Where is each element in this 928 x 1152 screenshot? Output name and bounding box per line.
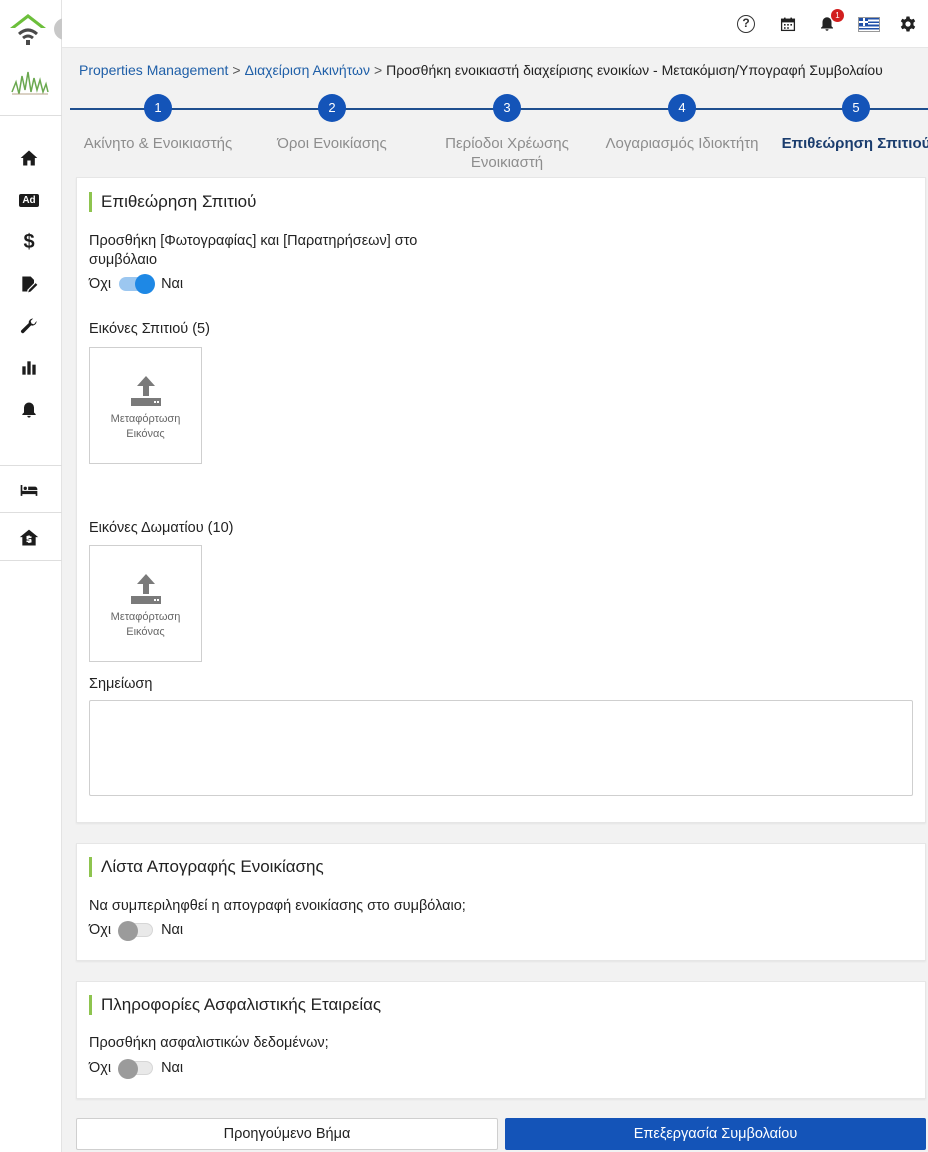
wrench-icon[interactable]	[17, 314, 41, 338]
toggle-on-label: Ναι	[161, 276, 184, 292]
gear-icon[interactable]	[898, 14, 918, 34]
card-title: Λίστα Απογραφής Ενοικίασης	[89, 857, 324, 877]
notification-count-badge: 1	[831, 9, 844, 22]
step-3[interactable]: 3 Περίοδοι Χρέωσης Ενοικιαστή	[417, 94, 597, 172]
upload-label: Μεταφόρτωση Εικόνας	[110, 611, 181, 638]
insurance-toggle-row: Όχι Ναι	[89, 1059, 184, 1079]
calendar-icon[interactable]	[778, 14, 798, 34]
card-title: Επιθεώρηση Σπιτιού	[89, 192, 256, 212]
step-2[interactable]: 2 Όροι Ενοικίασης	[242, 94, 422, 153]
toggle-on-label: Ναι	[161, 1060, 184, 1076]
bed-icon[interactable]	[17, 478, 41, 502]
app-logo-icon[interactable]	[8, 10, 48, 50]
upload-icon	[130, 376, 161, 406]
insurance-question: Προσθήκη ασφαλιστικών δεδομένων;	[89, 1035, 329, 1051]
step-label: Λογαριασμός Ιδιοκτήτη	[605, 135, 759, 152]
breadcrumb-separator: >	[232, 62, 241, 78]
upload-label: Μεταφόρτωση Εικόνας	[110, 413, 181, 440]
greek-flag-icon[interactable]	[857, 14, 881, 34]
home-icon[interactable]	[17, 146, 41, 170]
add-photos-question: Προσθήκη [Φωτογραφίας] και [Παρατηρήσεων…	[89, 233, 418, 268]
toggle-knob	[118, 1059, 139, 1079]
toggle-off-label: Όχι	[89, 922, 112, 938]
home-dollar-icon[interactable]	[17, 526, 41, 550]
step-1[interactable]: 1 Ακίνητο & Ενοικιαστής	[68, 94, 248, 153]
step-label: Επιθεώρηση Σπιτιού	[781, 135, 928, 152]
toggle-on-label: Ναι	[161, 922, 184, 938]
help-glyph: ?	[737, 15, 755, 33]
previous-step-button[interactable]: Προηγούμενο Βήμα	[76, 1118, 498, 1150]
inventory-card: Λίστα Απογραφής Ενοικίασης Να συμπεριληφ…	[76, 843, 926, 961]
dollar-icon[interactable]: $	[17, 230, 41, 254]
step-number: 1	[144, 94, 172, 122]
bell-icon[interactable]	[17, 398, 41, 422]
help-icon[interactable]: ?	[736, 14, 756, 34]
edit-contract-button[interactable]: Επεξεργασία Συμβολαίου	[505, 1118, 926, 1150]
room-image-upload[interactable]: Μεταφόρτωση Εικόνας	[89, 545, 202, 662]
inventory-toggle[interactable]	[118, 921, 154, 941]
toggle-off-label: Όχι	[89, 276, 112, 292]
bar-chart-icon[interactable]	[17, 356, 41, 380]
step-label: Περίοδοι Χρέωσης Ενοικιαστή	[445, 135, 569, 171]
step-number: 3	[493, 94, 521, 122]
wizard-stepper: 1 Ακίνητο & Ενοικιαστής 2 Όροι Ενοικίαση…	[70, 94, 928, 174]
sidebar-divider	[0, 560, 62, 561]
insurance-toggle[interactable]	[118, 1059, 154, 1079]
toggle-knob	[118, 921, 139, 941]
breadcrumb-current: Προσθήκη ενοικιαστή διαχείρισης ενοικίων…	[386, 62, 883, 78]
house-images-label: Εικόνες Σπιτιού (5)	[89, 321, 210, 337]
step-number: 4	[668, 94, 696, 122]
sidebar-divider	[0, 512, 62, 513]
step-4[interactable]: 4 Λογαριασμός Ιδιοκτήτη	[592, 94, 772, 153]
notifications-bell-icon[interactable]: 1	[817, 9, 844, 34]
upload-icon	[130, 574, 161, 604]
breadcrumb-property-management[interactable]: Διαχείριση Ακινήτων	[245, 62, 370, 78]
note-label: Σημείωση	[89, 676, 153, 692]
house-image-upload[interactable]: Μεταφόρτωση Εικόνας	[89, 347, 202, 464]
ad-label: Ad	[19, 193, 39, 207]
top-bar: ? 1	[62, 0, 928, 48]
add-photos-toggle[interactable]	[119, 274, 156, 294]
room-images-label: Εικόνες Δωματίου (10)	[89, 520, 234, 536]
toggle-off-label: Όχι	[89, 1060, 112, 1076]
edit-document-icon[interactable]	[17, 272, 41, 296]
add-photos-toggle-row: Όχι Ναι	[89, 274, 184, 294]
house-inspection-card: Επιθεώρηση Σπιτιού Προσθήκη [Φωτογραφίας…	[76, 177, 926, 823]
insurance-card: Πληροφορίες Ασφαλιστικής Εταιρείας Προσθ…	[76, 981, 926, 1099]
inventory-toggle-row: Όχι Ναι	[89, 921, 184, 941]
sidebar-divider	[0, 115, 62, 116]
toggle-knob	[135, 274, 156, 294]
breadcrumb: Properties Management > Διαχείριση Ακινήτω…	[79, 62, 883, 78]
step-number: 5	[842, 94, 870, 122]
ad-icon[interactable]: Ad	[17, 188, 41, 212]
brand-logo-icon	[10, 62, 50, 106]
inventory-question: Να συμπεριληφθεί η απογραφή ενοικίασης σ…	[89, 898, 466, 914]
step-label: Ακίνητο & Ενοικιαστής	[83, 135, 233, 152]
breadcrumb-properties-management[interactable]: Properties Management	[79, 62, 228, 78]
sidebar: Ad $	[0, 0, 62, 1152]
breadcrumb-separator: >	[373, 62, 383, 78]
note-textarea[interactable]	[89, 700, 913, 796]
step-number: 2	[318, 94, 346, 122]
sidebar-divider	[0, 465, 62, 466]
dollar-label: $	[23, 230, 35, 253]
step-label: Όροι Ενοικίασης	[277, 135, 387, 152]
card-title: Πληροφορίες Ασφαλιστικής Εταιρείας	[89, 995, 381, 1015]
step-5[interactable]: 5 Επιθεώρηση Σπιτιού	[766, 94, 928, 153]
